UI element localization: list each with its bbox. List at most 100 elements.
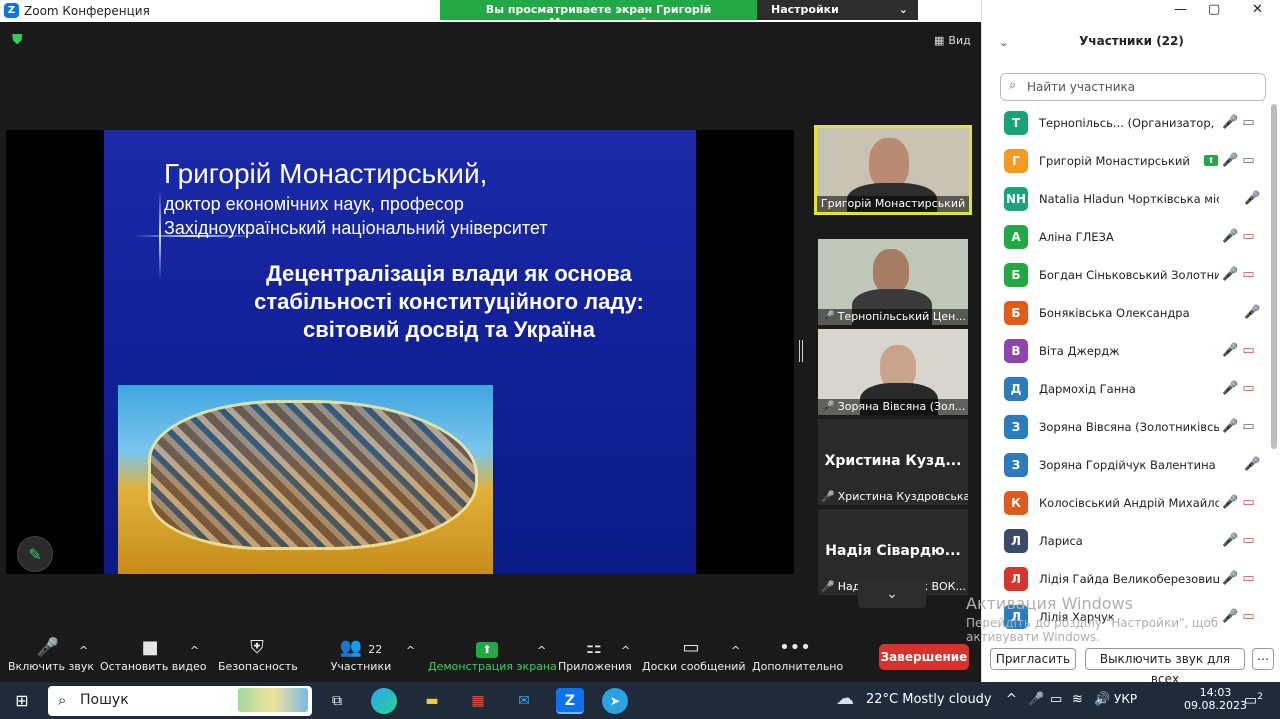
participant-row[interactable]: Б Боняківська Олександра 🎤 — [982, 294, 1274, 332]
maximize-icon[interactable]: ▢ — [1208, 2, 1220, 17]
view-button[interactable]: ▦ Вид — [934, 34, 971, 47]
task-view-icon[interactable]: ⧉ — [323, 688, 351, 714]
participant-row[interactable]: Л Лариса 🎤 ▭ — [982, 522, 1274, 560]
video-off-icon[interactable]: ▭ — [1242, 533, 1254, 548]
participant-row[interactable]: К Колосівський Андрій Михайло... 🎤 ▭ — [982, 484, 1274, 522]
unmute-button[interactable]: 🎤 Включить звук — [8, 636, 94, 673]
stop-video-button[interactable]: ■ Остановить видео — [100, 636, 207, 673]
mic-muted-icon[interactable]: 🎤 — [1222, 115, 1238, 130]
video-off-icon[interactable]: ▭ — [1242, 343, 1254, 358]
participant-status: 🎤 — [1244, 191, 1260, 206]
mic-muted-icon[interactable]: 🎤 — [1244, 191, 1260, 206]
mic-muted-icon[interactable]: 🎤 — [1244, 305, 1260, 320]
mic-muted-icon[interactable]: 🎤 — [1244, 457, 1260, 472]
mic-muted-icon[interactable]: 🎤 — [1222, 229, 1238, 244]
participant-row[interactable]: NH Natalia Hladun Чортківська міська ...… — [982, 180, 1274, 218]
video-thumb-2[interactable]: 🎤 Тернопільський Цен... — [818, 239, 968, 325]
volume-icon[interactable]: 🔊 — [1094, 692, 1110, 707]
more-button[interactable]: ••• Дополнительно — [752, 636, 844, 673]
mic-muted-icon[interactable]: 🎤 — [1222, 495, 1238, 510]
video-camera-icon[interactable]: ▭ — [1242, 419, 1254, 434]
shared-screen[interactable]: Григорій Монастирський, доктор економічн… — [6, 130, 794, 574]
participant-search-input[interactable]: ⌕ Найти участника — [1000, 73, 1266, 101]
participant-list-scrollbar[interactable] — [1271, 104, 1277, 449]
wifi-icon[interactable]: ≋ — [1072, 692, 1083, 707]
video-off-icon[interactable]: ▭ — [1242, 571, 1254, 586]
mic-muted-icon[interactable]: 🎤 — [1222, 571, 1238, 586]
mic-muted-icon[interactable]: 🎤 — [1222, 267, 1238, 282]
windows-start-icon[interactable]: ⊞ — [8, 688, 36, 714]
show-hidden-icons-chevron-icon[interactable]: ^ — [1006, 692, 1017, 707]
participant-row[interactable]: Т Тернопільсь... (Организатор, я) 🎤 ▭ — [982, 104, 1274, 142]
windows-activation-line: Перейдіть до розділу "Настройки", щоб — [966, 616, 1219, 630]
microphone-tray-icon[interactable]: 🎤 — [1028, 692, 1044, 707]
mic-muted-icon[interactable]: 🎤 — [1222, 419, 1238, 434]
participants-header: Участники (22) — [1079, 34, 1184, 48]
annotate-pencil-icon[interactable]: ✎ — [17, 536, 53, 572]
panel-splitter-handle[interactable] — [799, 340, 803, 362]
video-off-icon[interactable]: ▭ — [1242, 381, 1254, 396]
participant-row[interactable]: Б Богдан Сіньковський Золотни... 🎤 ▭ — [982, 256, 1274, 294]
scroll-down-chevron-icon[interactable]: ⌄ — [858, 580, 926, 608]
video-off-icon[interactable]: ▭ — [1242, 609, 1254, 624]
participant-row[interactable]: Г Григорій Монастирський ⬆ 🎤 ▭ — [982, 142, 1274, 180]
notification-icon[interactable]: ▭2 — [1244, 692, 1263, 709]
video-camera-icon[interactable]: ▭ — [1242, 153, 1254, 168]
close-icon[interactable]: ✕ — [1252, 2, 1263, 17]
minimize-icon[interactable]: — — [1174, 2, 1187, 17]
video-off-icon[interactable]: ▭ — [1242, 267, 1254, 282]
participant-row[interactable]: З Зоряна Гордійчук Валентина Кури... 🎤 — [982, 446, 1274, 484]
participants-count: 22 — [368, 643, 383, 656]
video-camera-icon[interactable]: ▭ — [1242, 115, 1254, 130]
app-title: Z Zoom Конференция — [4, 3, 150, 18]
participant-row[interactable]: Д Дармохід Ганна 🎤 ▭ — [982, 370, 1274, 408]
participant-list: Т Тернопільсь... (Организатор, я) 🎤 ▭ Г … — [982, 104, 1274, 634]
whiteboard-options-caret-icon[interactable]: ^ — [731, 644, 740, 657]
participants-options-caret-icon[interactable]: ^ — [406, 644, 415, 657]
invite-button[interactable]: Пригласить — [990, 648, 1076, 670]
avatar: Г — [1004, 149, 1028, 173]
participant-row[interactable]: В Віта Джердж 🎤 ▭ — [982, 332, 1274, 370]
video-options-caret-icon[interactable]: ^ — [190, 644, 199, 657]
apps-button[interactable]: ⚏ Приложения — [558, 636, 632, 673]
share-banner-text: Вы просматриваете экран Григорій Монасти… — [440, 0, 757, 29]
participant-status: 🎤 ▭ — [1222, 381, 1255, 396]
participant-face — [869, 138, 909, 188]
whiteboards-button[interactable]: ▭ Доски сообщений — [642, 636, 746, 673]
weather-text[interactable]: 22°C Mostly cloudy — [866, 692, 992, 707]
microsoft-store-icon[interactable]: ▦ — [464, 688, 492, 714]
telegram-icon[interactable]: ➤ — [602, 688, 628, 714]
participant-row[interactable]: А Аліна ГЛЕЗА 🎤 ▭ — [982, 218, 1274, 256]
file-explorer-icon[interactable]: ▬ — [418, 688, 446, 714]
view-settings-button[interactable]: Настройки просмотра ⌄ — [757, 0, 918, 29]
mute-all-button[interactable]: Выключить звук для всех — [1085, 648, 1245, 686]
audio-options-caret-icon[interactable]: ^ — [79, 644, 88, 657]
encryption-shield-icon[interactable]: ⛊ — [12, 32, 26, 48]
security-button[interactable]: ⛨ Безопасность — [218, 636, 298, 673]
mail-icon[interactable]: ✉ — [510, 688, 538, 714]
taskbar-search-box[interactable]: ⌕ Пошук — [48, 686, 312, 716]
toolbar-label: Дополнительно — [752, 660, 844, 673]
zoom-taskbar-icon[interactable]: Z — [556, 688, 584, 714]
video-thumb-4[interactable]: Христина Кузд... 🎤 Христина Куздровська — [818, 419, 968, 505]
apps-options-caret-icon[interactable]: ^ — [621, 644, 630, 657]
video-thumb-speaker[interactable]: Григорій Монастирський — [814, 125, 972, 215]
edge-browser-icon[interactable] — [371, 688, 397, 714]
end-meeting-button[interactable]: Завершение — [879, 644, 969, 670]
participants-button[interactable]: 👥 22 Участники — [328, 636, 394, 673]
video-off-icon[interactable]: ▭ — [1242, 495, 1254, 510]
mic-muted-icon[interactable]: 🎤 — [1222, 533, 1238, 548]
mic-icon[interactable]: 🎤 — [1222, 153, 1238, 168]
video-off-icon[interactable]: ▭ — [1242, 229, 1254, 244]
network-icon[interactable]: ▭ — [1050, 692, 1062, 707]
participant-row[interactable]: Л Лідія Гайда Великоберезовиц... 🎤 ▭ — [982, 560, 1274, 598]
more-options-icon[interactable]: ⋯ — [1252, 648, 1274, 670]
mic-muted-icon[interactable]: 🎤 — [1222, 343, 1238, 358]
share-screen-button[interactable]: ⬆ Демонстрация экрана — [428, 636, 557, 673]
share-options-caret-icon[interactable]: ^ — [537, 644, 546, 657]
mic-muted-icon[interactable]: 🎤 — [1222, 381, 1238, 396]
language-indicator[interactable]: УКР — [1114, 692, 1137, 706]
participant-row[interactable]: З Зоряна Вівсяна (Золотниківсь... 🎤 ▭ — [982, 408, 1274, 446]
video-thumb-3[interactable]: 🎤 Зоряна Вівсяна (Зол... — [818, 329, 968, 415]
clock[interactable]: 14:03 09.08.2023 — [1184, 686, 1247, 712]
